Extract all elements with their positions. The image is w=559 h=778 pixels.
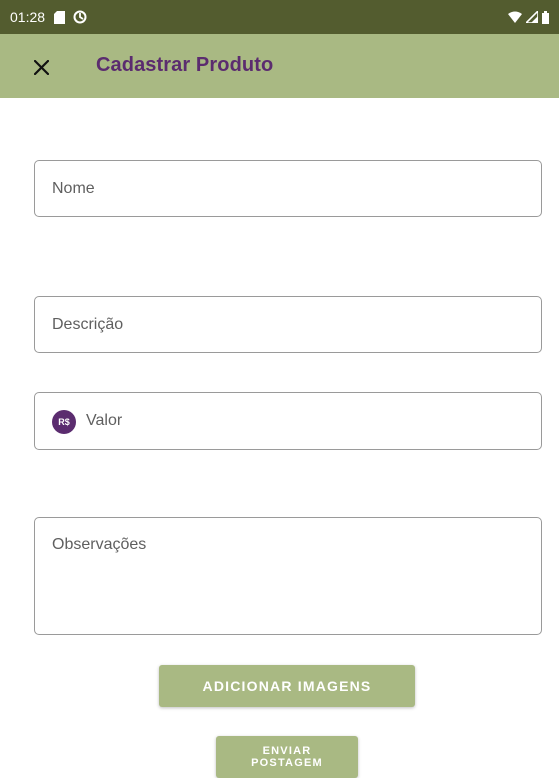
status-icons-left (54, 10, 87, 24)
observations-textarea[interactable] (52, 536, 529, 624)
status-bar: 01:28 (0, 0, 559, 34)
name-field[interactable] (34, 160, 542, 217)
valor-field[interactable]: R$ (34, 392, 542, 450)
currency-icon: R$ (52, 410, 76, 434)
valor-input[interactable] (86, 393, 529, 449)
signal-icon (526, 11, 538, 23)
close-icon (33, 59, 49, 75)
name-input[interactable] (52, 161, 529, 216)
status-left: 01:28 (10, 9, 87, 25)
screen: 01:28 Cadastrar Produto Nome Descrição R… (0, 0, 559, 778)
sd-card-icon (54, 10, 66, 24)
sync-icon (73, 10, 87, 24)
description-field[interactable] (34, 296, 542, 353)
battery-icon (542, 10, 549, 24)
description-input[interactable] (52, 297, 529, 352)
app-bar: Cadastrar Produto (0, 34, 559, 98)
status-time: 01:28 (10, 9, 46, 25)
observations-field[interactable] (34, 517, 542, 635)
status-right (508, 10, 549, 24)
send-post-button[interactable]: ENVIAR POSTAGEM (216, 736, 358, 778)
close-button[interactable] (24, 50, 58, 84)
page-title: Cadastrar Produto (96, 54, 274, 76)
wifi-icon (508, 11, 522, 23)
add-images-button[interactable]: ADICIONAR IMAGENS (159, 665, 415, 707)
